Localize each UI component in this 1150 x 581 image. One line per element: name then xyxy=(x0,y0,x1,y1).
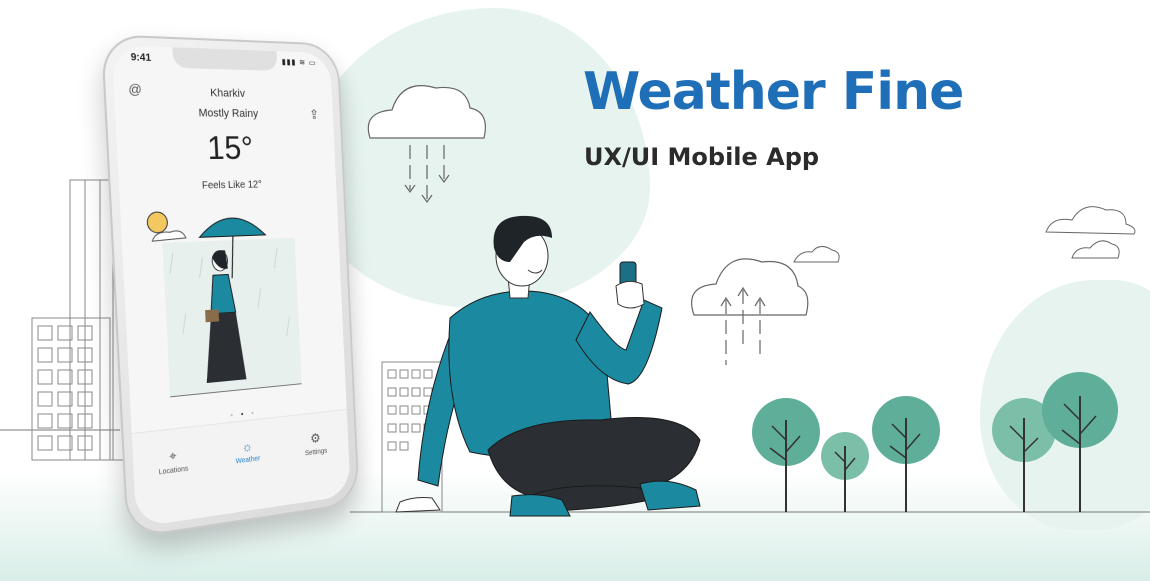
small-clouds xyxy=(793,206,1136,263)
page-dot[interactable]: • xyxy=(230,410,236,420)
sun-icon xyxy=(147,212,168,233)
building-grid xyxy=(31,317,111,461)
page-subtitle: UX/UI Mobile App xyxy=(584,143,820,171)
page-title: Weather Fine xyxy=(583,62,964,122)
upload-cloud xyxy=(691,258,809,365)
location-pin-icon: ⌖ xyxy=(168,447,177,464)
phone-mockup: 9:41 ▮▮▮ ≋ ▭ @ ⇪ Kharkiv Mostly Rainy 15… xyxy=(100,33,360,540)
phone-screen: 9:41 ▮▮▮ ≋ ▭ @ ⇪ Kharkiv Mostly Rainy 15… xyxy=(111,44,351,528)
feels-like: Feels Like 12° xyxy=(201,179,263,192)
page-dot[interactable]: • xyxy=(251,408,257,417)
status-time: 9:41 xyxy=(130,51,152,65)
trees xyxy=(752,372,1118,512)
sun-icon: ☼ xyxy=(241,438,254,455)
tree-2 xyxy=(821,432,869,512)
tab-label: Locations xyxy=(158,465,189,477)
weather-illustration xyxy=(140,198,337,409)
city-name: Kharkiv xyxy=(210,87,246,100)
page-dot-active[interactable]: • xyxy=(241,409,247,419)
tab-weather[interactable]: ☼ Weather xyxy=(235,438,261,466)
phone-notch xyxy=(172,47,278,71)
status-icons: ▮▮▮ ≋ ▭ xyxy=(281,57,317,68)
tab-label: Weather xyxy=(235,455,261,466)
gear-icon: ⚙ xyxy=(309,430,321,446)
weather-condition: Mostly Rainy xyxy=(198,107,259,120)
tab-locations[interactable]: ⌖ Locations xyxy=(158,446,189,477)
rain-cloud xyxy=(367,85,486,204)
tree-3 xyxy=(872,396,940,512)
tab-settings[interactable]: ⚙ Settings xyxy=(304,430,328,458)
tab-label: Settings xyxy=(304,447,328,458)
temperature: 15° xyxy=(206,129,254,167)
tree-1 xyxy=(752,398,820,512)
umbrella xyxy=(199,217,266,237)
